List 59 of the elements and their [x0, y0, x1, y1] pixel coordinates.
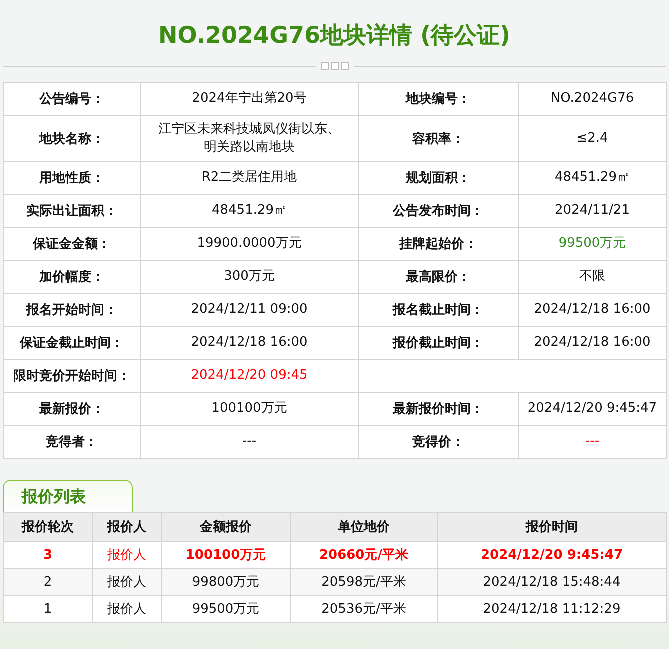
column-header: 单位地价 — [290, 512, 438, 542]
field-label: 地块名称： — [4, 116, 140, 162]
field-value: 99500万元 — [518, 228, 666, 260]
field-label: 规划面积： — [358, 162, 518, 194]
field-value: 300万元 — [140, 260, 358, 294]
field-label: 容积率： — [358, 116, 518, 162]
field-label: 公告编号： — [4, 82, 140, 116]
field-value: 2024年宁出第20号 — [140, 82, 358, 116]
field-value: 2024/12/20 09:45 — [140, 360, 358, 392]
column-header: 金额报价 — [162, 512, 290, 542]
table-cell: 99500万元 — [162, 596, 290, 622]
table-cell: 2024/12/18 15:48:44 — [438, 568, 666, 596]
field-label: 最高限价： — [358, 260, 518, 294]
field-label: 限时竞价开始时间： — [4, 360, 140, 392]
field-label: 报名开始时间： — [4, 294, 140, 326]
field-label: 报名截止时间： — [358, 294, 518, 326]
field-label: 最新报价： — [4, 392, 140, 426]
column-header: 报价轮次 — [4, 512, 92, 542]
field-label: 地块编号： — [358, 82, 518, 116]
table-cell: 2 — [4, 568, 92, 596]
field-label: 用地性质： — [4, 162, 140, 194]
field-label: 挂牌起始价： — [358, 228, 518, 260]
field-value: 48451.29㎡ — [140, 194, 358, 228]
field-label: 加价幅度： — [4, 260, 140, 294]
field-value: 48451.29㎡ — [518, 162, 666, 194]
table-cell: 99800万元 — [162, 568, 290, 596]
field-value: 2024/12/18 16:00 — [140, 326, 358, 360]
field-label: 保证金金额： — [4, 228, 140, 260]
table-cell: 1 — [4, 596, 92, 622]
field-value: 2024/12/11 09:00 — [140, 294, 358, 326]
field-value: 2024/12/20 9:45:47 — [518, 392, 666, 426]
field-value: 2024/12/18 16:00 — [518, 326, 666, 360]
field-value: 100100万元 — [140, 392, 358, 426]
field-value: --- — [518, 426, 666, 458]
table-cell: 20536元/平米 — [290, 596, 438, 622]
column-header: 报价人 — [92, 512, 162, 542]
field-value: 江宁区未来科技城凤仪街以东、明关路以南地块 — [140, 116, 358, 162]
field-label: 实际出让面积： — [4, 194, 140, 228]
field-value: 2024/11/21 — [518, 194, 666, 228]
field-label: 报价截止时间： — [358, 326, 518, 360]
page-title: NO.2024G76地块详情 (待公证) — [158, 22, 512, 51]
field-value: --- — [140, 426, 358, 458]
field-value: ≤2.4 — [518, 116, 666, 162]
table-cell: 2024/12/18 11:12:29 — [438, 596, 666, 622]
field-value: 不限 — [518, 260, 666, 294]
field-value: 2024/12/18 16:00 — [518, 294, 666, 326]
table-cell: 报价人 — [92, 596, 162, 622]
table-cell: 报价人 — [92, 568, 162, 596]
field-value: NO.2024G76 — [518, 82, 666, 116]
field-value: 19900.0000万元 — [140, 228, 358, 260]
field-value: R2二类居住用地 — [140, 162, 358, 194]
table-cell: 20598元/平米 — [290, 568, 438, 596]
section-tab[interactable]: 报价列表 — [3, 480, 133, 512]
field-label: 竞得价： — [358, 426, 518, 458]
field-label: 保证金截止时间： — [4, 326, 140, 360]
field-label: 竞得者： — [4, 426, 140, 458]
column-header: 报价时间 — [438, 512, 666, 542]
field-label: 最新报价时间： — [358, 392, 518, 426]
field-label: 公告发布时间： — [358, 194, 518, 228]
